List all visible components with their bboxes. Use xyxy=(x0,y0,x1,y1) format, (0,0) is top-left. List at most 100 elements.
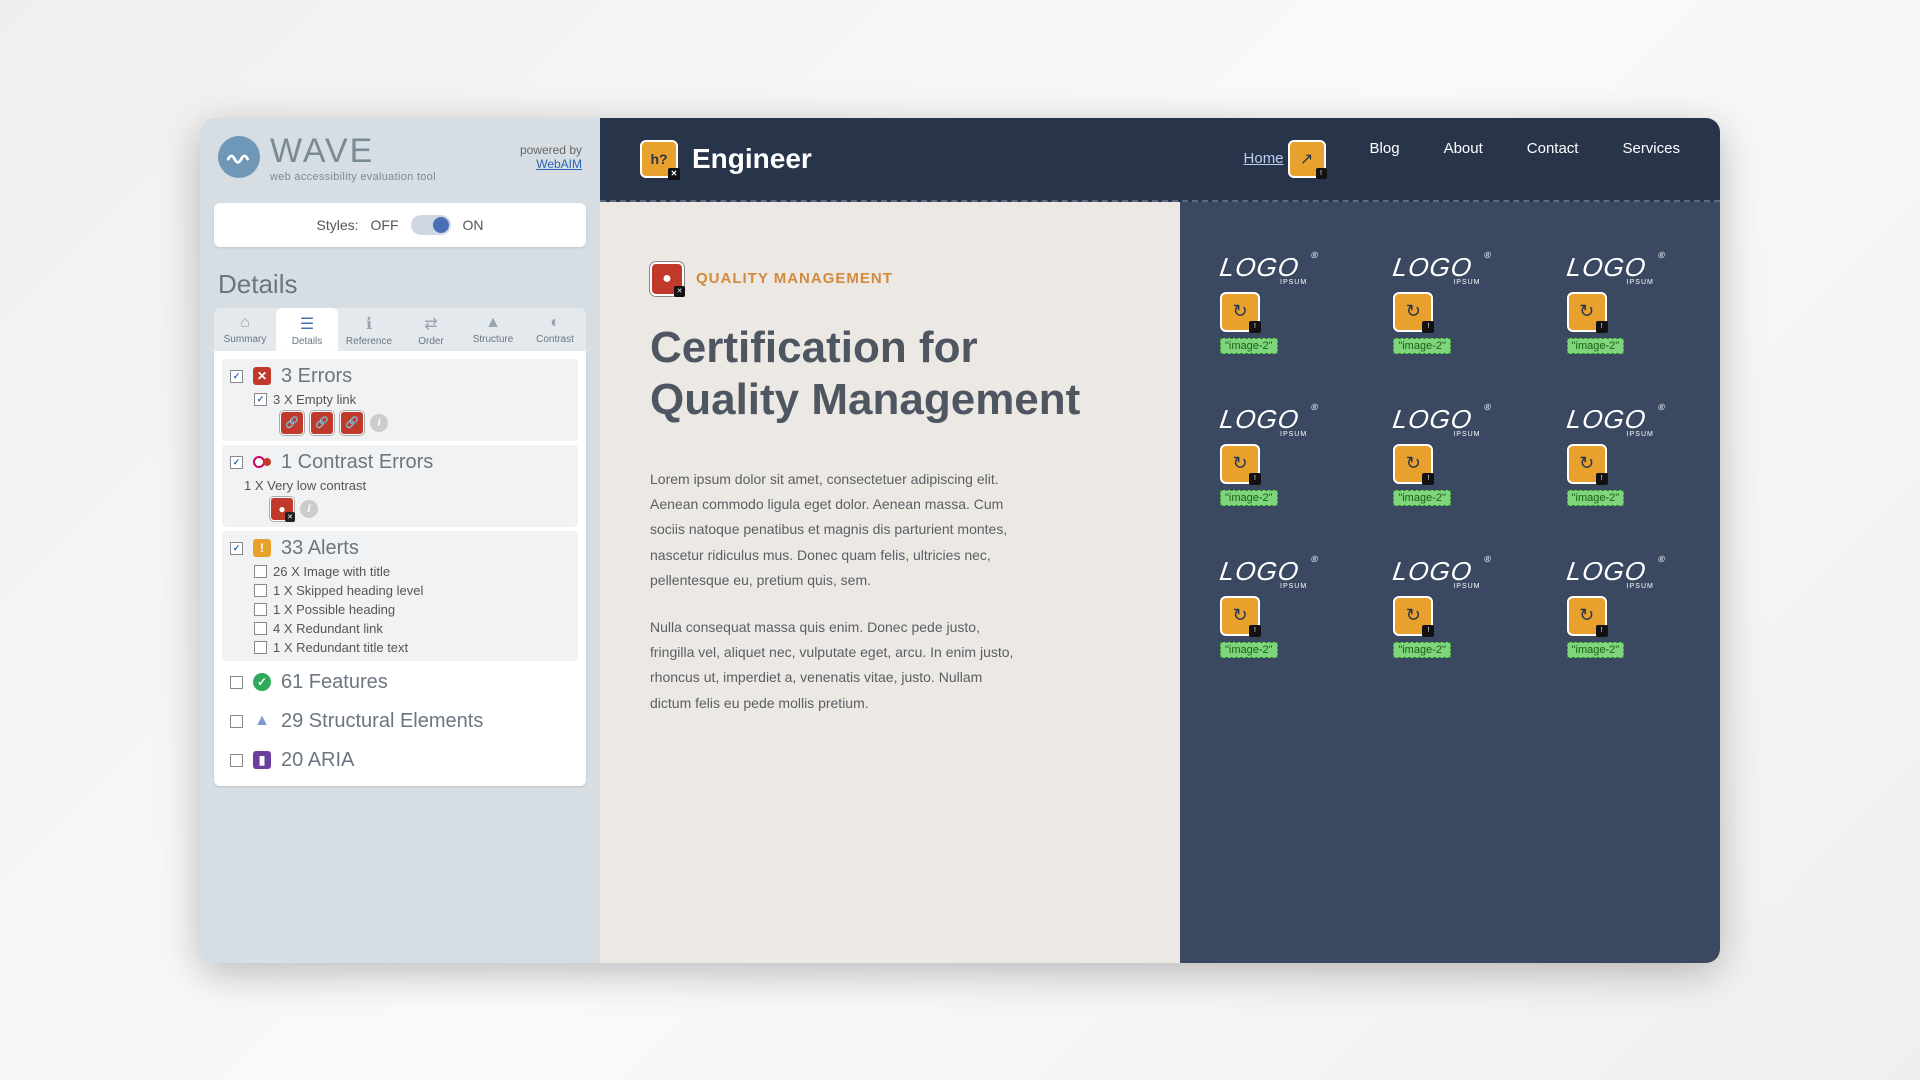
site-brand: h?✕ Engineer xyxy=(640,140,812,178)
group-contrast: ✓ 1 Contrast Errors 1 X Very low contras… xyxy=(222,445,578,527)
tab-reference[interactable]: ℹReference xyxy=(338,308,400,351)
contrast-error-icon xyxy=(253,453,271,471)
group-features: 61 Features xyxy=(222,665,578,700)
image-title-tag: "image-2" xyxy=(1567,490,1625,506)
logo-cell: LOGO®IPSUM↻!"image-2" xyxy=(1567,556,1680,658)
contrast-toggle-checkbox[interactable]: ✓ xyxy=(230,456,243,469)
home-icon: ⌂ xyxy=(214,314,276,332)
logo-cell: LOGO®IPSUM↻!"image-2" xyxy=(1393,404,1506,506)
structural-title: 29 Structural Elements xyxy=(281,710,483,733)
site-topbar: h?✕ Engineer Home ↗! Blog About Contact … xyxy=(600,118,1720,202)
features-title: 61 Features xyxy=(281,671,388,694)
image-title-alert-icon[interactable]: ↻! xyxy=(1220,596,1260,636)
nav-contact[interactable]: Contact xyxy=(1527,140,1579,178)
image-title-alert-icon[interactable]: ↻! xyxy=(1567,292,1607,332)
nav-services[interactable]: Services xyxy=(1622,140,1680,178)
client-logo: LOGO®IPSUM xyxy=(1567,404,1654,438)
image-title-tag: "image-2" xyxy=(1393,490,1451,506)
client-logo: LOGO®IPSUM xyxy=(1220,556,1307,590)
alert-sub-checkbox[interactable] xyxy=(254,603,267,616)
styles-toggle[interactable] xyxy=(411,215,451,235)
group-alerts: ✓ ! 33 Alerts 26 X Image with title 1 X … xyxy=(222,531,578,661)
image-title-alert-icon[interactable]: ↻! xyxy=(1567,596,1607,636)
wave-logo-icon xyxy=(218,136,260,178)
structural-toggle-checkbox[interactable] xyxy=(230,715,243,728)
details-panel: ✓ ✕ 3 Errors ✓ 3 X Empty link i xyxy=(214,351,586,786)
alert-sub-checkbox[interactable] xyxy=(254,622,267,635)
alerts-title: 33 Alerts xyxy=(281,537,359,560)
page-heading: Certification for Quality Management xyxy=(650,322,1130,428)
client-logo: LOGO®IPSUM xyxy=(1220,252,1307,286)
content-right: LOGO®IPSUM ↻! "image-2" LOGO®IPSUM ↻! "image-… xyxy=(1180,202,1720,963)
alert-icon: ! xyxy=(253,539,271,557)
list-icon: ☰ xyxy=(276,314,338,334)
image-title-alert-icon[interactable]: ↻! xyxy=(1393,596,1433,636)
sidebar-header: WAVE web accessibility evaluation tool p… xyxy=(200,118,600,191)
styles-label: Styles: xyxy=(316,217,358,233)
structure-icon: ▲ xyxy=(462,314,524,332)
low-contrast-instance[interactable]: ✕ xyxy=(270,497,294,521)
logo-cell: LOGO®IPSUM↻!"image-2" xyxy=(1393,556,1506,658)
image-title-tag: "image-2" xyxy=(1220,490,1278,506)
nav-about[interactable]: About xyxy=(1444,140,1483,178)
logo-cell: LOGO®IPSUM↻!"image-2" xyxy=(1393,252,1506,354)
nav-blog[interactable]: Blog xyxy=(1370,140,1400,178)
tab-summary[interactable]: ⌂Summary xyxy=(214,308,276,351)
low-contrast-marker-icon[interactable]: ✕ xyxy=(650,262,684,296)
wave-tagline: web accessibility evaluation tool xyxy=(270,171,436,183)
aria-toggle-checkbox[interactable] xyxy=(230,754,243,767)
image-title-alert-icon[interactable]: ↻! xyxy=(1220,444,1260,484)
tab-order[interactable]: ⇄Order xyxy=(400,308,462,351)
group-structural: ▲ 29 Structural Elements xyxy=(222,704,578,739)
alert-sub-label: 1 X Skipped heading level xyxy=(273,583,423,598)
tab-contrast[interactable]: ◐Contrast xyxy=(524,308,586,351)
image-title-alert-icon[interactable]: ↻! xyxy=(1393,292,1433,332)
feature-icon xyxy=(253,673,271,691)
image-title-alert-icon[interactable]: ↻! xyxy=(1567,444,1607,484)
error-icon: ✕ xyxy=(253,367,271,385)
client-logo: LOGO®IPSUM xyxy=(1567,556,1654,590)
structural-icon: ▲ xyxy=(253,712,271,730)
image-title-alert-icon[interactable]: ↻! xyxy=(1393,444,1433,484)
alerts-toggle-checkbox[interactable]: ✓ xyxy=(230,542,243,555)
image-title-tag: "image-2" xyxy=(1220,642,1278,658)
aria-icon: ▮ xyxy=(253,751,271,769)
group-errors: ✓ ✕ 3 Errors ✓ 3 X Empty link i xyxy=(222,359,578,441)
alert-sub-label: 1 X Redundant title text xyxy=(273,640,408,655)
order-icon: ⇄ xyxy=(400,314,462,334)
tab-structure[interactable]: ▲Structure xyxy=(462,308,524,351)
info-icon[interactable]: i xyxy=(300,500,318,518)
errors-sub: 3 X Empty link xyxy=(273,392,356,407)
missing-heading-icon[interactable]: h?✕ xyxy=(640,140,678,178)
wave-wordmark: WAVE xyxy=(270,132,436,171)
image-title-alert-icon[interactable]: ↻! xyxy=(1220,292,1260,332)
empty-link-instance[interactable] xyxy=(310,411,334,435)
logo-cell: LOGO®IPSUM ↻! "image-2" xyxy=(1567,404,1680,506)
logo-cell: LOGO®IPSUM↻!"image-2" xyxy=(1567,252,1680,354)
sidebar-tabs: ⌂Summary ☰Details ℹReference ⇄Order ▲Str… xyxy=(214,308,586,351)
alert-sub-checkbox[interactable] xyxy=(254,584,267,597)
image-title-tag: "image-2" xyxy=(1393,338,1451,354)
webaim-link[interactable]: WebAIM xyxy=(536,157,582,171)
alert-sub-label: 1 X Possible heading xyxy=(273,602,395,617)
empty-link-instance[interactable] xyxy=(340,411,364,435)
empty-link-checkbox[interactable]: ✓ xyxy=(254,393,267,406)
logo-cell: LOGO®IPSUM ↻! "image-2" xyxy=(1220,556,1333,658)
logo-cell: LOGO®IPSUM↻!"image-2" xyxy=(1220,252,1333,354)
errors-toggle-checkbox[interactable]: ✓ xyxy=(230,370,243,383)
info-icon[interactable]: i xyxy=(370,414,388,432)
powered-by: powered by WebAIM xyxy=(520,143,582,171)
contrast-icon: ◐ xyxy=(524,314,586,332)
tab-details[interactable]: ☰Details xyxy=(276,308,338,351)
nav-home[interactable]: Home xyxy=(1244,150,1284,167)
contrast-sub: 1 X Very low contrast xyxy=(244,478,366,493)
group-aria: ▮ 20 ARIA xyxy=(222,743,578,778)
client-logo: LOGO®IPSUM xyxy=(1220,404,1307,438)
features-toggle-checkbox[interactable] xyxy=(230,676,243,689)
redundant-link-icon[interactable]: ↗! xyxy=(1288,140,1326,178)
alert-sub-checkbox[interactable] xyxy=(254,565,267,578)
toggle-off-label: OFF xyxy=(371,217,399,233)
empty-link-instance[interactable] xyxy=(280,411,304,435)
errors-title: 3 Errors xyxy=(281,365,352,388)
alert-sub-checkbox[interactable] xyxy=(254,641,267,654)
